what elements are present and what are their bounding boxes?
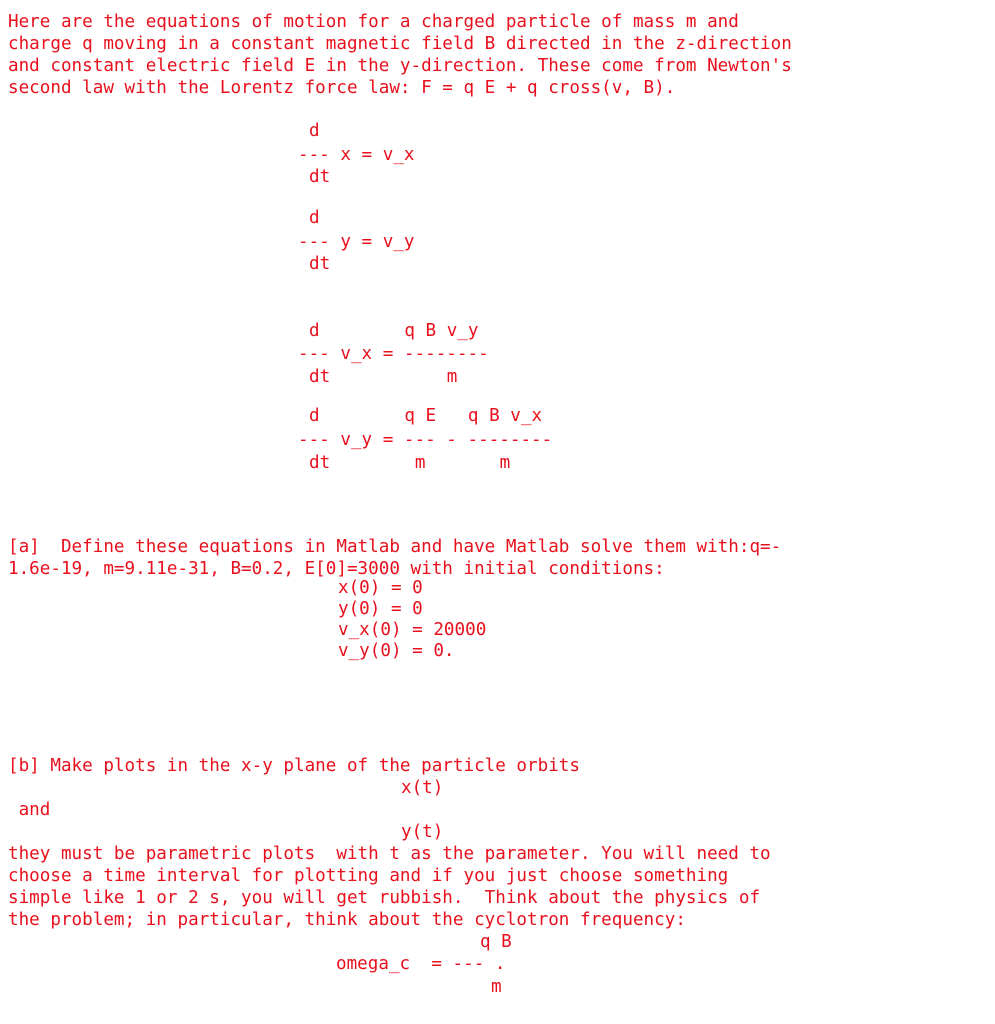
equation-fraction-line: omega_c = --- . <box>336 954 506 974</box>
intro-line-1: Here are the equations of motion for a c… <box>8 12 739 32</box>
part-b-line-3: choose a time interval for plotting and … <box>8 866 729 886</box>
equation-fraction-line: --- v_x = -------- <box>298 344 489 364</box>
part-a-line-1: [a] Define these equations in Matlab and… <box>8 537 782 557</box>
equation-numerator: d <box>309 121 320 141</box>
initial-condition-vy: v_y(0) = 0. <box>338 641 455 661</box>
equation-fraction-line: --- y = v_y <box>298 232 415 252</box>
intro-line-3: and constant electric field E in the y-d… <box>8 56 792 76</box>
equation-denominator: dt m <box>309 367 458 387</box>
intro-line-2: charge q moving in a constant magnetic f… <box>8 34 792 54</box>
intro-line-4: second law with the Lorentz force law: F… <box>8 78 676 98</box>
equation-numerator: q B <box>480 932 512 952</box>
equation-numerator: d q B v_y <box>309 321 479 341</box>
initial-condition-x: x(0) = 0 <box>338 578 423 598</box>
part-b-line-1: [b] Make plots in the x-y plane of the p… <box>8 756 580 776</box>
part-a-line-2: 1.6e-19, m=9.11e-31, B=0.2, E[0]=3000 wi… <box>8 559 665 579</box>
equation-numerator: d q E q B v_x <box>309 406 543 426</box>
part-b-line-5: the problem; in particular, think about … <box>8 910 686 930</box>
part-b-y-of-t: y(t) <box>401 822 444 842</box>
part-b-line-2: they must be parametric plots with t as … <box>8 844 771 864</box>
equation-denominator: m <box>491 977 502 997</box>
part-b-and: and <box>8 800 51 820</box>
initial-condition-y: y(0) = 0 <box>338 599 423 619</box>
initial-condition-vx: v_x(0) = 20000 <box>338 620 487 640</box>
part-b-line-4: simple like 1 or 2 s, you will get rubbi… <box>8 888 761 908</box>
equation-fraction-line: --- x = v_x <box>298 145 415 165</box>
part-b-x-of-t: x(t) <box>401 778 444 798</box>
equation-denominator: dt m m <box>309 453 511 473</box>
equation-denominator: dt <box>309 254 331 274</box>
equation-denominator: dt <box>309 167 331 187</box>
equation-fraction-line: --- v_y = --- - -------- <box>298 430 553 450</box>
equation-numerator: d <box>309 208 320 228</box>
